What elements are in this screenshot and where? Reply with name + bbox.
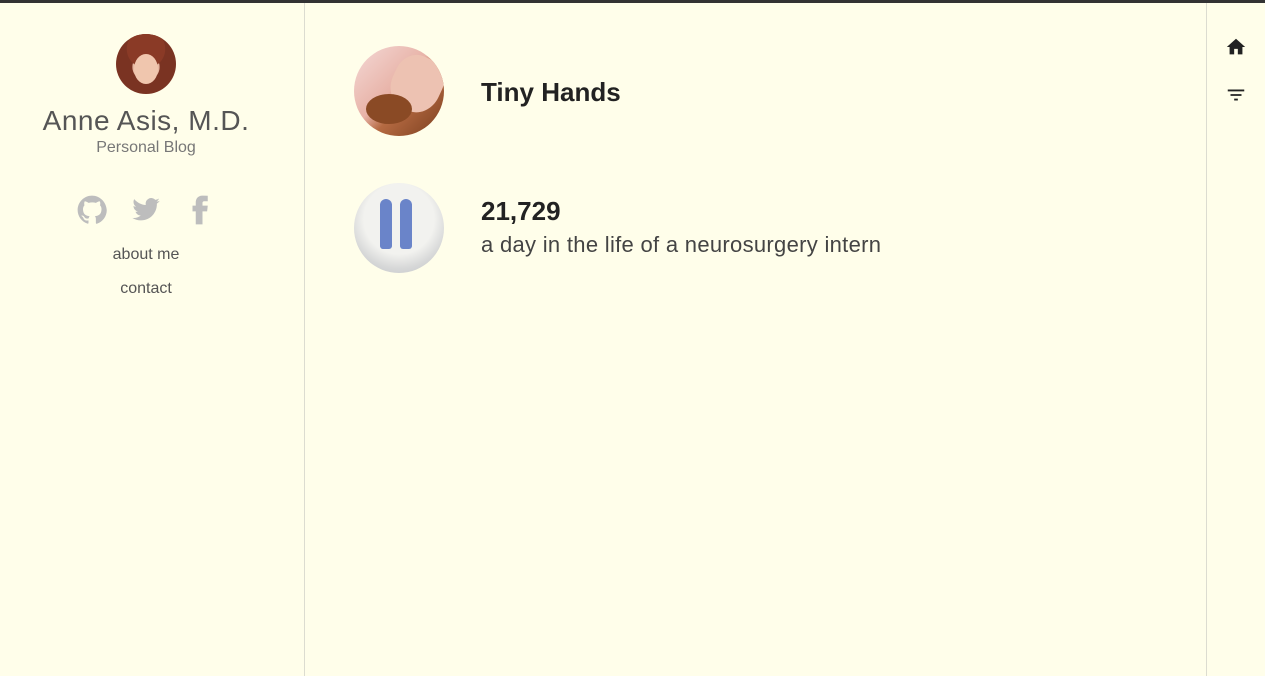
post-list: Tiny Hands 21,729 a day in the life of a… <box>306 3 1206 676</box>
github-icon[interactable] <box>77 195 107 225</box>
site-subtitle: Personal Blog <box>96 139 196 156</box>
post-thumbnail[interactable] <box>354 46 444 136</box>
filter-icon[interactable] <box>1225 84 1247 106</box>
post-item[interactable]: Tiny Hands <box>354 46 1174 136</box>
baby-hand-graphic <box>366 94 412 124</box>
avatar-face <box>134 54 158 84</box>
post-thumbnail[interactable] <box>354 183 444 273</box>
sidebar: Anne Asis, M.D. Personal Blog about me c… <box>0 3 305 676</box>
home-icon[interactable] <box>1225 36 1247 58</box>
social-links <box>0 195 292 225</box>
person-figure <box>380 199 392 249</box>
facebook-icon[interactable] <box>185 195 215 225</box>
site-name[interactable]: Anne Asis, M.D. <box>0 105 292 137</box>
avatar[interactable] <box>116 34 176 94</box>
about-me-link[interactable]: about me <box>0 246 292 264</box>
person-figure <box>400 199 412 249</box>
twitter-icon[interactable] <box>131 195 161 225</box>
contact-link[interactable]: contact <box>0 280 292 298</box>
post-subtitle: a day in the life of a neurosurgery inte… <box>481 232 882 257</box>
post-item[interactable]: 21,729 a day in the life of a neurosurge… <box>354 183 1174 273</box>
post-title[interactable]: Tiny Hands <box>481 77 621 108</box>
post-title[interactable]: 21,729 <box>481 196 561 227</box>
right-rail <box>1206 3 1265 676</box>
